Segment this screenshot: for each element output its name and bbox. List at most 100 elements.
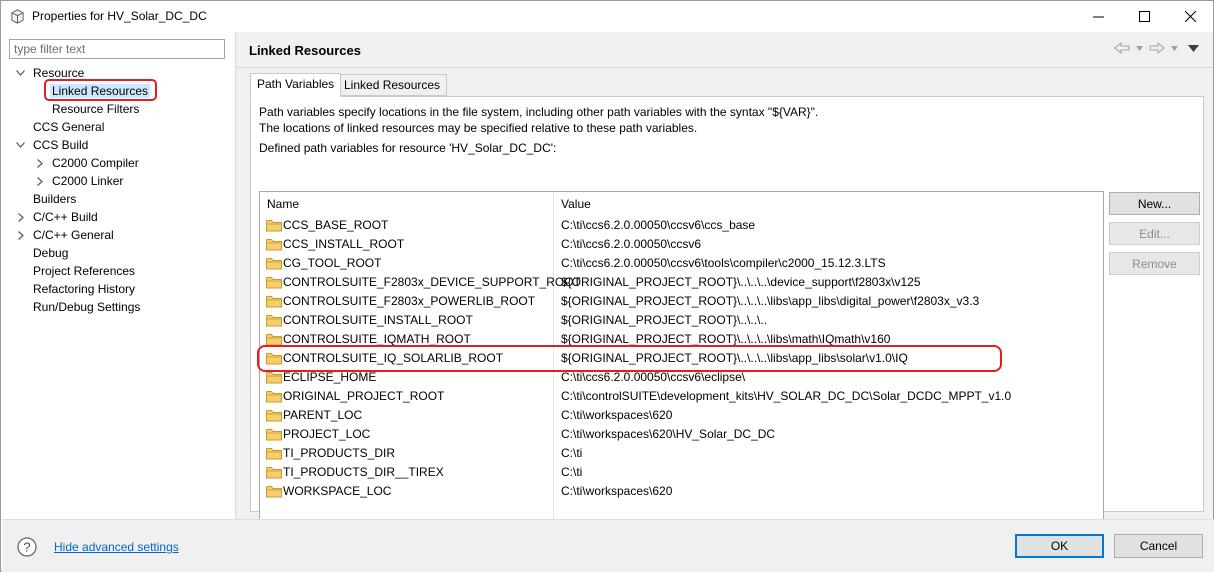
back-arrow-icon[interactable]: [1114, 42, 1130, 54]
table-row[interactable]: TI_PRODUCTS_DIR C:\ti: [260, 444, 1103, 463]
table-row[interactable]: CONTROLSUITE_F2803x_POWERLIB_ROOT ${ORIGI…: [260, 292, 1103, 311]
tree-item-label: Linked Resources: [50, 84, 151, 98]
new-button[interactable]: New...: [1109, 192, 1200, 215]
close-button[interactable]: [1167, 1, 1213, 32]
table-row[interactable]: PROJECT_LOC C:\ti\workspaces\620\HV_Solar…: [260, 425, 1103, 444]
variable-name: CONTROLSUITE_F2803x_DEVICE_SUPPORT_ROOT: [283, 275, 581, 289]
tab-path-variables[interactable]: Path Variables: [250, 73, 342, 97]
page-nav-icons: [1114, 42, 1199, 54]
folder-icon: [266, 315, 282, 327]
dialog-footer: ? Hide advanced settings OK Cancel: [2, 519, 1214, 572]
tab-linked-resources[interactable]: Linked Resources: [337, 74, 448, 96]
properties-app-icon: [11, 9, 24, 24]
variable-name: CONTROLSUITE_INSTALL_ROOT: [283, 313, 473, 327]
table-row[interactable]: CCS_BASE_ROOT C:\ti\ccs6.2.0.00050\ccsv6\…: [260, 216, 1103, 235]
folder-icon: [266, 410, 282, 422]
tree-item-cpp-build[interactable]: C/C++ Build: [33, 208, 98, 226]
variable-name: CONTROLSUITE_F2803x_POWERLIB_ROOT: [283, 294, 536, 308]
table-row[interactable]: CONTROLSUITE_IQMATH_ROOT ${ORIGINAL_PROJE…: [260, 330, 1103, 349]
variable-name: CG_TOOL_ROOT: [283, 256, 382, 270]
tree-item-debug[interactable]: Debug: [33, 244, 68, 262]
chevron-right-icon[interactable]: [35, 154, 45, 172]
chevron-right-icon[interactable]: [16, 208, 26, 226]
table-row[interactable]: WORKSPACE_LOC C:\ti\workspaces\620: [260, 482, 1103, 501]
hide-advanced-settings-link[interactable]: Hide advanced settings: [54, 540, 179, 554]
chevron-right-icon[interactable]: [35, 172, 45, 190]
tree-item-ccs-build[interactable]: CCS Build: [33, 136, 88, 154]
variable-value: C:\ti\ccs6.2.0.00050\ccsv6\eclipse\: [561, 370, 746, 384]
close-icon: [1184, 11, 1196, 22]
cancel-button[interactable]: Cancel: [1114, 534, 1203, 558]
help-icon[interactable]: ?: [17, 537, 37, 557]
folder-icon: [266, 486, 282, 498]
tree-item-resource[interactable]: Resource: [33, 64, 84, 82]
variable-name: CONTROLSUITE_IQ_SOLARLIB_ROOT: [283, 351, 504, 365]
tree-item-cpp-general[interactable]: C/C++ General: [33, 226, 114, 244]
variable-value: ${ORIGINAL_PROJECT_ROOT}\..\..\..\libs\a…: [561, 351, 908, 365]
tree-item-ccs-general[interactable]: CCS General: [33, 118, 104, 136]
variable-value: ${ORIGINAL_PROJECT_ROOT}\..\..\..: [561, 313, 768, 327]
tree-item-run-debug-settings[interactable]: Run/Debug Settings: [33, 298, 140, 316]
table-row[interactable]: CONTROLSUITE_INSTALL_ROOT ${ORIGINAL_PROJ…: [260, 311, 1103, 330]
properties-dialog: Properties for HV_Solar_DC_DC Resource L…: [0, 0, 1214, 572]
window-title: Properties for HV_Solar_DC_DC: [32, 9, 207, 23]
folder-icon: [266, 239, 282, 251]
table-row[interactable]: CONTROLSUITE_F2803x_DEVICE_SUPPORT_ROOT $…: [260, 273, 1103, 292]
tree-item-builders[interactable]: Builders: [33, 190, 76, 208]
chevron-down-icon[interactable]: [15, 64, 25, 82]
tab-content: Path variables specify locations in the …: [250, 96, 1204, 538]
table-row[interactable]: CCS_INSTALL_ROOT C:\ti\ccs6.2.0.00050\ccs…: [260, 235, 1103, 254]
variable-value: ${ORIGINAL_PROJECT_ROOT}\..\..\..\device…: [561, 275, 921, 289]
folder-icon: [266, 334, 282, 346]
table-row[interactable]: ORIGINAL_PROJECT_ROOT C:\ti\controlSUITE\…: [260, 387, 1103, 406]
view-menu-icon[interactable]: [1188, 44, 1199, 52]
tree-item-linked-resources[interactable]: Linked Resources: [50, 82, 151, 100]
page-title: Linked Resources: [249, 43, 361, 58]
tree-item-c2000-compiler[interactable]: C2000 Compiler: [52, 154, 139, 172]
tree-item-resource-filters[interactable]: Resource Filters: [52, 100, 139, 118]
variable-value: C:\ti: [561, 446, 583, 460]
folder-icon: [266, 353, 282, 365]
variable-name: PARENT_LOC: [283, 408, 363, 422]
chevron-down-icon[interactable]: [15, 136, 25, 154]
column-header-name[interactable]: Name: [267, 197, 299, 211]
table-row[interactable]: TI_PRODUCTS_DIR__TIREX C:\ti: [260, 463, 1103, 482]
navigation-pane: Resource Linked Resources Resource Filte…: [2, 32, 235, 519]
variable-value: C:\ti\workspaces\620\HV_Solar_DC_DC: [561, 427, 776, 441]
variable-name: ECLIPSE_HOME: [283, 370, 377, 384]
tree-item-refactoring-history[interactable]: Refactoring History: [33, 280, 135, 298]
remove-button[interactable]: Remove: [1109, 252, 1200, 275]
variable-name: WORKSPACE_LOC: [283, 484, 392, 498]
variable-name: TI_PRODUCTS_DIR: [283, 446, 396, 460]
minimize-button[interactable]: [1075, 1, 1121, 32]
folder-icon: [266, 220, 282, 232]
variable-value: C:\ti\ccs6.2.0.00050\ccsv6\ccs_base: [561, 218, 756, 232]
table-row[interactable]: ECLIPSE_HOME C:\ti\ccs6.2.0.00050\ccsv6\e…: [260, 368, 1103, 387]
folder-icon: [266, 391, 282, 403]
chevron-down-icon[interactable]: [1171, 45, 1178, 51]
column-header-value[interactable]: Value: [561, 197, 591, 211]
page-pane: Linked Resources Path Variables Linked R…: [236, 32, 1213, 538]
folder-icon: [266, 429, 282, 441]
filter-input[interactable]: [9, 39, 225, 59]
table-row[interactable]: CG_TOOL_ROOT C:\ti\ccs6.2.0.00050\ccsv6\t…: [260, 254, 1103, 273]
tree-item-project-references[interactable]: Project References: [33, 262, 135, 280]
table-row[interactable]: CONTROLSUITE_IQ_SOLARLIB_ROOT ${ORIGINAL_…: [260, 349, 1103, 368]
path-variables-table[interactable]: Name Value CCS_BASE_ROOT C:\ti\ccs6.2.0.0…: [259, 191, 1104, 538]
forward-arrow-icon[interactable]: [1149, 42, 1165, 54]
svg-text:?: ?: [23, 540, 30, 555]
variable-name: CCS_BASE_ROOT: [283, 218, 389, 232]
maximize-button[interactable]: [1121, 1, 1167, 32]
chevron-down-icon[interactable]: [1136, 45, 1143, 51]
edit-button[interactable]: Edit...: [1109, 222, 1200, 245]
ok-button[interactable]: OK: [1015, 534, 1104, 558]
tree-item-c2000-linker[interactable]: C2000 Linker: [52, 172, 123, 190]
folder-icon: [266, 296, 282, 308]
chevron-right-icon[interactable]: [16, 226, 26, 244]
variable-name: CCS_INSTALL_ROOT: [283, 237, 405, 251]
folder-icon: [266, 448, 282, 460]
defined-variables-label: Defined path variables for resource 'HV_…: [259, 141, 557, 155]
variable-value: C:\ti\workspaces\620: [561, 408, 673, 422]
table-row[interactable]: PARENT_LOC C:\ti\workspaces\620: [260, 406, 1103, 425]
variable-name: CONTROLSUITE_IQMATH_ROOT: [283, 332, 471, 346]
